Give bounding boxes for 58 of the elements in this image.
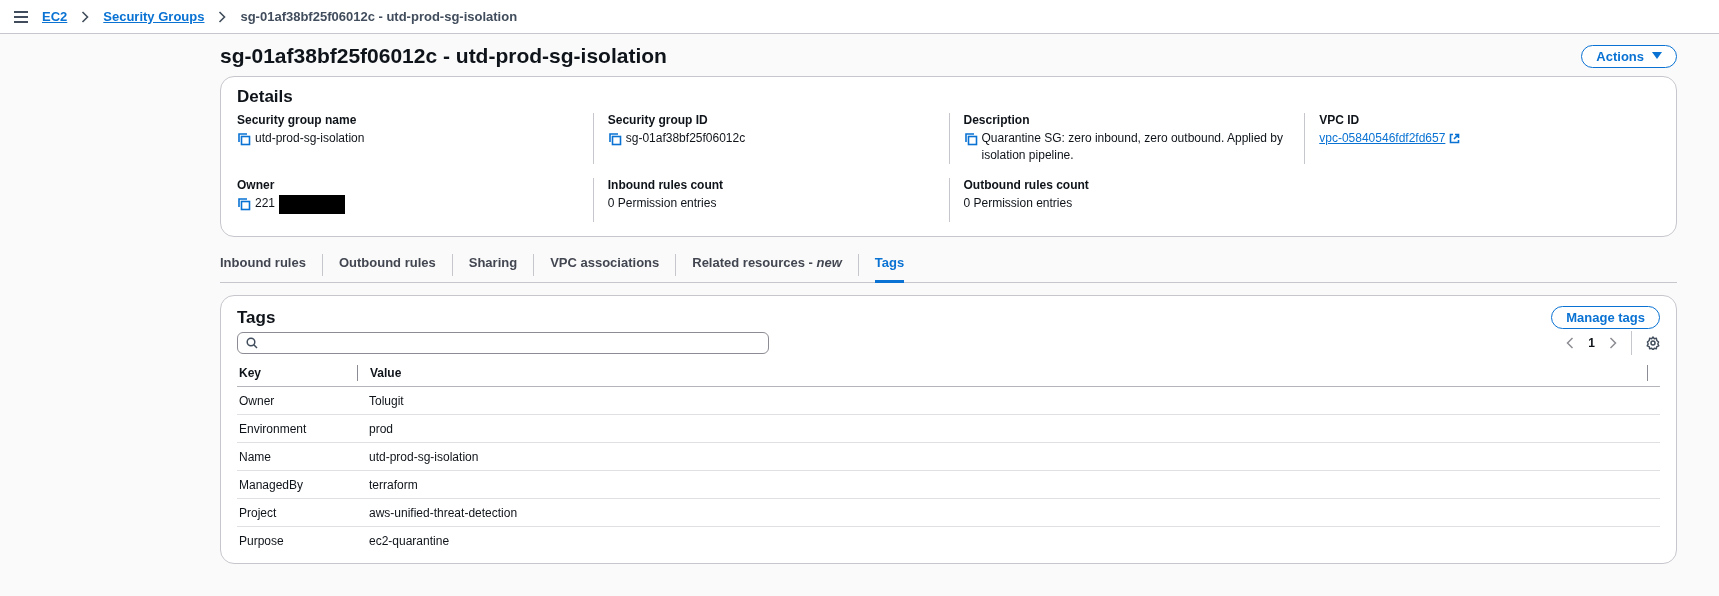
table-cell-text: terraform <box>368 477 419 492</box>
tab[interactable]: Inbound rules <box>220 247 306 283</box>
card-title: Tags <box>237 307 276 328</box>
table-cell-text: ec2-quarantine <box>368 534 451 548</box>
copy-icon[interactable] <box>963 132 978 146</box>
breadcrumb-current: sg-01af38bf25f06012c - utd-prod-sg-isolation <box>240 9 518 24</box>
field-value: Quarantine SG: zero inbound, zero outbound. Applied by isolation pipeline. <box>981 130 1285 164</box>
field-label: Security group ID <box>607 113 709 127</box>
search-field[interactable] <box>237 332 769 354</box>
caret-icon <box>1652 52 1662 60</box>
field-value: utd-prod-sg-isolation <box>255 130 365 147</box>
field-label: Description <box>963 113 1031 127</box>
field-label: VPC ID <box>1319 113 1361 127</box>
tab[interactable]: Related resources - new <box>692 247 842 283</box>
table-cell-text: ManagedBy <box>238 477 305 492</box>
table-cell-text: Tolugit <box>368 393 405 408</box>
breadcrumb-link[interactable]: EC2 <box>42 9 68 24</box>
field-value: sg-01af38bf25f06012c <box>625 130 746 147</box>
field-label: Security group name <box>237 113 358 127</box>
copy-icon[interactable] <box>237 197 251 211</box>
settings-icon[interactable] <box>1646 336 1660 350</box>
redaction-bar <box>279 195 346 214</box>
copy-icon[interactable] <box>607 132 622 146</box>
column-header: Key <box>238 364 262 381</box>
manage-tags-button[interactable]: Manage tags <box>1551 306 1660 329</box>
table-cell-text: Project <box>238 505 278 520</box>
table-cell-text: utd-prod-sg-isolation <box>368 449 480 464</box>
field-label: Owner <box>237 178 276 192</box>
copy-icon[interactable] <box>237 132 251 146</box>
tab[interactable]: VPC associations <box>550 247 660 283</box>
page-number[interactable]: 1 <box>1588 336 1595 350</box>
column-header: Value <box>357 364 402 381</box>
field-label: Outbound rules count <box>963 178 1090 192</box>
table-cell-text: prod <box>368 421 395 436</box>
table-cell-text: Purpose <box>238 534 285 548</box>
tab[interactable]: Tags <box>874 247 905 283</box>
breadcrumb-link[interactable]: Security Groups <box>103 9 205 24</box>
table-cell-text: Environment <box>238 421 308 436</box>
search-icon <box>246 337 258 349</box>
actions-button[interactable]: Actions <box>1581 44 1677 68</box>
field-value: 221 <box>255 195 276 212</box>
card-title: Details <box>237 87 294 107</box>
chevron-left-icon[interactable] <box>1566 337 1575 349</box>
chevron-right-icon <box>81 10 90 23</box>
field-label: Inbound rules count <box>607 178 725 192</box>
chevron-right-icon[interactable] <box>1609 337 1617 349</box>
page-title: sg-01af38bf25f06012c - utd-prod-sg-isolation <box>220 44 667 68</box>
menu-icon[interactable] <box>14 10 28 23</box>
vpc-link[interactable]: vpc-05840546fdf2fd657 <box>1319 130 1446 147</box>
field-value: 0 Permission entries <box>607 195 717 212</box>
tab[interactable]: Outbound rules <box>338 247 436 283</box>
external-link-icon <box>1449 133 1461 144</box>
table-cell-text: Owner <box>238 393 276 408</box>
field-value: 0 Permission entries <box>963 195 1073 212</box>
chevron-right-icon <box>218 10 227 23</box>
tab[interactable]: Sharing <box>468 247 518 283</box>
table-cell-text: Name <box>238 449 272 464</box>
table-cell-text: aws-unified-threat-detection <box>368 505 519 520</box>
